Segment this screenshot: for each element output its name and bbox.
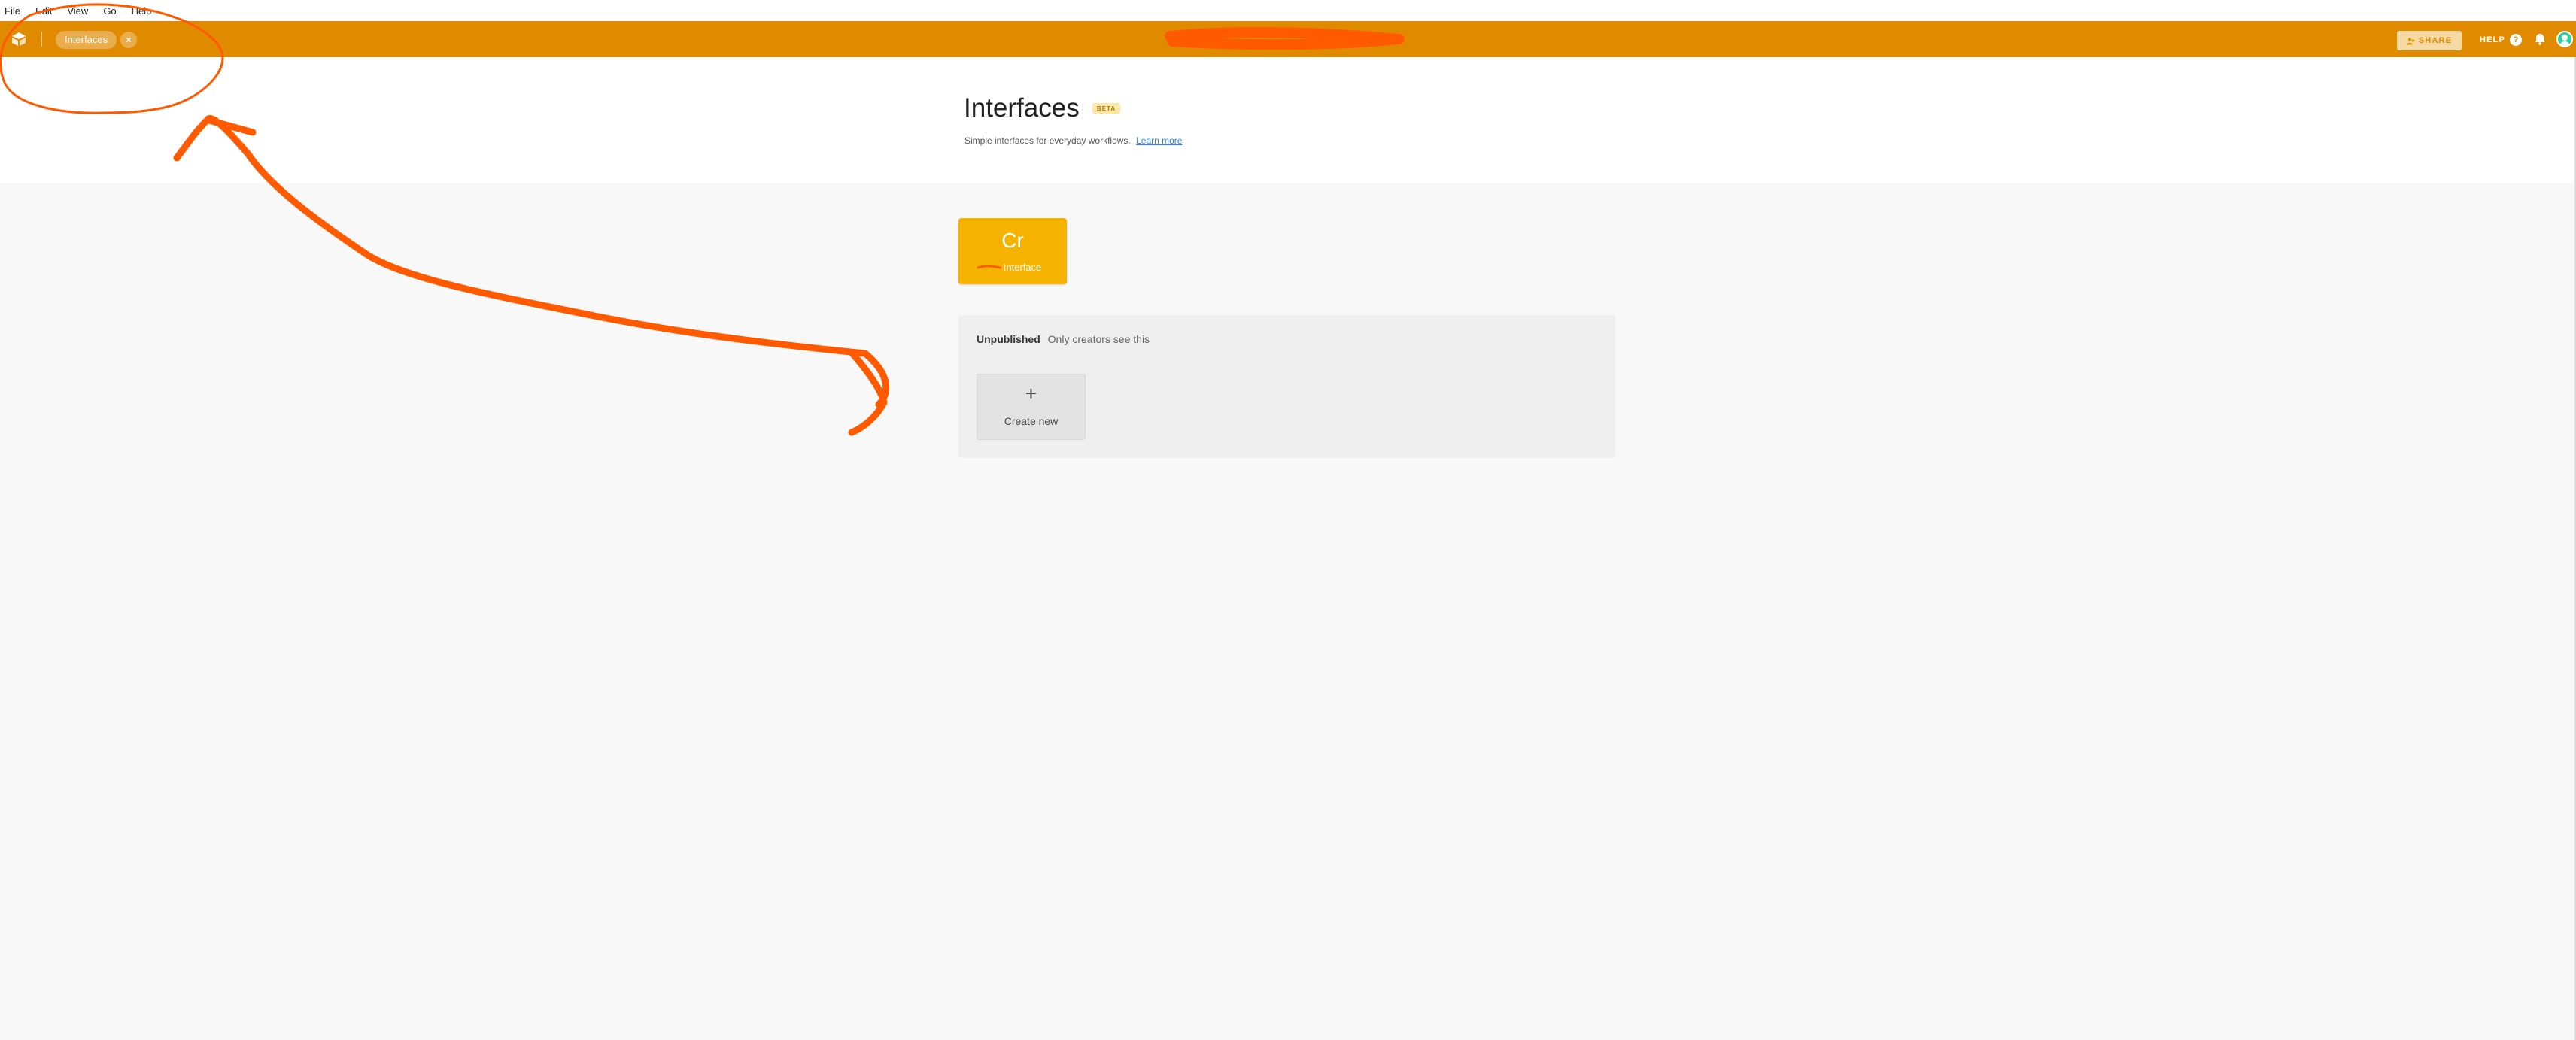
share-button[interactable]: SHARE xyxy=(2397,31,2462,50)
help-icon[interactable]: ? xyxy=(2510,34,2522,46)
interface-tile-name: Interface xyxy=(1003,262,1042,273)
annotation-arrow-head-bottom xyxy=(848,350,888,436)
breadcrumb-interfaces[interactable]: Interfaces xyxy=(56,31,117,49)
unpublished-title: Unpublished xyxy=(977,333,1040,345)
create-new-button[interactable]: + Create new xyxy=(977,374,1086,440)
beta-badge: BETA xyxy=(1092,103,1120,114)
create-new-label: Create new xyxy=(1004,415,1059,427)
page-title: Interfaces xyxy=(964,93,1080,123)
share-label: SHARE xyxy=(2418,36,2453,45)
avatar-icon[interactable] xyxy=(2556,31,2573,47)
bell-icon[interactable] xyxy=(2532,32,2547,47)
close-icon[interactable]: × xyxy=(120,32,137,48)
menu-go[interactable]: Go xyxy=(103,5,116,17)
menu-edit[interactable]: Edit xyxy=(35,5,52,17)
interface-tile-initials: Cr xyxy=(1001,229,1024,252)
unpublished-heading: Unpublished Only creators see this xyxy=(977,333,1150,345)
app-menubar: File Edit View Go Help xyxy=(0,0,2576,21)
interface-tile[interactable]: Cr Interface xyxy=(958,218,1067,284)
header-divider xyxy=(41,32,42,47)
page-subtitle-text: Simple interfaces for everyday workflows… xyxy=(964,135,1131,146)
top-bar: Interfaces × SHARE HELP ? xyxy=(0,21,2576,57)
plus-icon: + xyxy=(1025,382,1037,405)
menu-view[interactable]: View xyxy=(67,5,88,17)
menu-file[interactable]: File xyxy=(5,5,20,17)
share-icon xyxy=(2407,37,2415,44)
app-logo-icon[interactable] xyxy=(9,29,29,49)
unpublished-section: Unpublished Only creators see this + Cre… xyxy=(958,315,1615,458)
page-header: Interfaces BETA Simple interfaces for ev… xyxy=(0,57,2576,183)
unpublished-hint: Only creators see this xyxy=(1047,333,1150,345)
page-subtitle: Simple interfaces for everyday workflows… xyxy=(964,135,1182,146)
learn-more-link[interactable]: Learn more xyxy=(1136,135,1182,146)
menu-help[interactable]: Help xyxy=(132,5,152,17)
help-label[interactable]: HELP xyxy=(2480,35,2505,44)
